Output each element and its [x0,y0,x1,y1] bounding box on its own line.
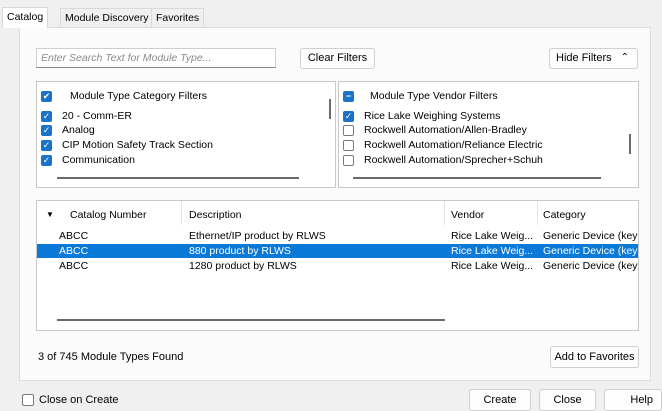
help-button[interactable]: Help [604,389,662,411]
cell-category: Generic Device (keya [543,230,639,242]
checkbox-checked-icon[interactable]: ✓ [343,110,354,122]
column-header-description[interactable]: Description [189,209,242,221]
column-header-vendor[interactable]: Vendor [451,209,484,221]
category-filter-header-label: Module Type Category Filters [70,90,207,102]
status-text: 3 of 745 Module Types Found [38,351,184,363]
table-horizontal-scrollbar[interactable] [57,319,445,321]
vendor-vertical-scrollbar[interactable] [629,134,631,154]
hide-filters-button[interactable]: Hide Filters ⌃ [549,48,638,69]
vendor-label: Rockwell Automation/Sprecher+Schuh [364,154,543,166]
cell-description: 880 product by RLWS [189,245,291,257]
clear-filters-button[interactable]: Clear Filters [300,48,375,69]
column-separator[interactable] [444,201,445,225]
checkbox-checked-icon[interactable]: ✓ [41,110,52,122]
cell-description: 1280 product by RLWS [189,260,297,272]
cell-category: Generic Device (keya [543,245,639,257]
list-item[interactable]: Rockwell Automation/Allen-Bradley [343,123,527,137]
checkbox-unchecked-icon[interactable] [343,139,354,151]
column-separator[interactable] [181,201,182,225]
checkbox-checked-icon[interactable]: ✓ [41,124,52,136]
vendor-horizontal-scrollbar[interactable] [353,177,601,179]
category-filter-header[interactable]: ✔ Module Type Category Filters [41,89,207,103]
vendor-filter-list[interactable]: − Module Type Vendor Filters ✓ Rice Lake… [338,81,639,188]
hide-filters-label: Hide Filters [556,52,612,64]
checkbox-partial-icon[interactable]: − [343,90,354,102]
list-item[interactable]: Rockwell Automation/Sprecher+Schuh [343,153,543,167]
tab-favorites[interactable]: Favorites [151,8,205,27]
checkbox-checked-icon[interactable]: ✓ [41,154,52,166]
category-label: CIP Motion Safety Track Section [62,139,213,151]
tab-module-discovery[interactable]: Module Discovery [60,8,154,27]
checkbox-checked-icon[interactable]: ✓ [41,139,52,151]
list-item[interactable]: ✓ Analog [41,123,95,137]
category-label: Analog [62,124,95,136]
table-row[interactable]: ABCC Ethernet/IP product by RLWS Rice La… [37,229,639,243]
cell-catalog: ABCC [59,230,89,242]
create-button[interactable]: Create [469,389,531,411]
tab-catalog[interactable]: Catalog [2,7,49,28]
vendor-label: Rice Lake Weighing Systems [364,110,501,122]
table-row[interactable]: ABCC 1280 product by RLWS Rice Lake Weig… [37,259,639,273]
close-button[interactable]: Close [539,389,596,411]
vendor-label: Rockwell Automation/Reliance Electric [364,139,543,151]
checkbox-unchecked-icon[interactable] [343,154,354,166]
category-label: 20 - Comm-ER [62,110,133,122]
category-filter-list[interactable]: ✔ Module Type Category Filters ✓ 20 - Co… [36,81,336,188]
column-header-category[interactable]: Category [543,209,586,221]
sort-descending-icon[interactable]: ▼ [46,210,54,219]
column-header-catalog-number[interactable]: Catalog Number [70,209,146,221]
column-separator[interactable] [537,201,538,225]
list-item[interactable]: ✓ Rice Lake Weighing Systems [343,109,500,123]
close-on-create-label: Close on Create [39,394,119,406]
close-on-create-checkbox[interactable]: Close on Create [22,394,119,406]
catalog-table[interactable]: ▼ Catalog Number Description Vendor Cate… [36,200,639,331]
vendor-filter-header-label: Module Type Vendor Filters [370,90,498,102]
add-to-favorites-button[interactable]: Add to Favorites [550,346,639,368]
cell-catalog: ABCC [59,245,89,257]
category-horizontal-scrollbar[interactable] [57,177,299,179]
search-input[interactable]: Enter Search Text for Module Type... [36,48,276,68]
list-item[interactable]: Rockwell Automation/Reliance Electric [343,138,543,152]
table-row-selected[interactable]: ABCC 880 product by RLWS Rice Lake Weig.… [37,244,639,258]
vendor-label: Rockwell Automation/Allen-Bradley [364,124,527,136]
checkbox-unchecked-icon[interactable] [22,394,34,406]
cell-vendor: Rice Lake Weig... [451,230,534,242]
checkbox-partial-icon[interactable]: ✔ [41,90,52,102]
category-label: Communication [62,154,135,166]
list-item[interactable]: ✓ CIP Motion Safety Track Section [41,138,213,152]
cell-category: Generic Device (keya [543,260,639,272]
cell-description: Ethernet/IP product by RLWS [189,230,326,242]
vendor-filter-header[interactable]: − Module Type Vendor Filters [343,89,498,103]
chevron-up-icon: ⌃ [620,52,629,63]
cell-catalog: ABCC [59,260,89,272]
cell-vendor: Rice Lake Weig... [451,260,534,272]
category-vertical-scrollbar[interactable] [329,99,331,119]
list-item[interactable]: ✓ Communication [41,153,135,167]
cell-vendor: Rice Lake Weig... [451,245,534,257]
list-item[interactable]: ✓ 20 - Comm-ER [41,109,132,123]
checkbox-unchecked-icon[interactable] [343,124,354,136]
